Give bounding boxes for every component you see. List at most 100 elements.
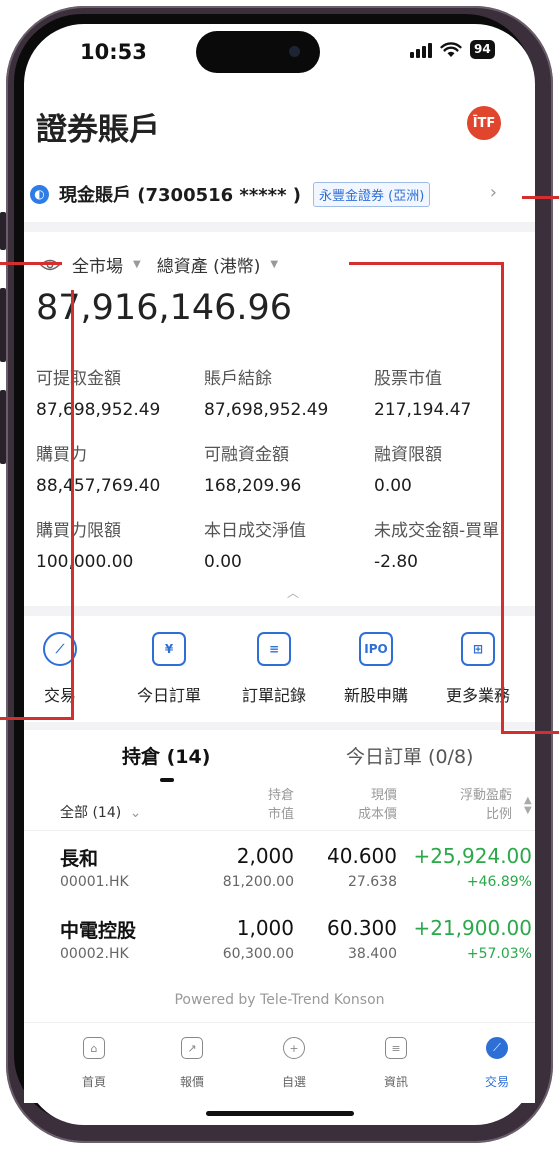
nav-item-news[interactable]: ≡ 資訊 — [366, 1037, 426, 1090]
holding-qty: 2,000 — [236, 844, 294, 868]
metric-buying-power-limit: 購買力限額 100,000.00 — [36, 516, 206, 572]
quick-action-more[interactable]: ⊞ 更多業務 — [430, 632, 526, 706]
column-header-text: 現價 — [370, 788, 397, 803]
metric-value: 0.00 — [204, 552, 242, 572]
collapse-chevron-icon[interactable]: ︿ — [287, 584, 299, 601]
bottom-nav: ⌂ 首頁 ↗ 報價 + 自選 ≡ 資訊 ⟋ 交易 — [24, 1022, 535, 1103]
metric-label: 可融資金額 — [204, 445, 289, 465]
table-row[interactable]: 中電控股 00002.HK 1,000 60,300.00 60.300 38.… — [24, 904, 535, 974]
chevron-right-icon[interactable]: › — [490, 182, 497, 203]
quick-action-label: 今日訂單 — [136, 686, 201, 705]
metric-value: 87,698,952.49 — [36, 400, 161, 420]
tab-today-orders[interactable]: 今日訂單 (0/8) — [346, 742, 473, 769]
metric-withdrawable: 可提取金額 87,698,952.49 — [36, 364, 206, 420]
action-button — [0, 212, 6, 250]
sort-icon[interactable]: ▲ ▼ — [524, 796, 532, 816]
metric-label: 股票市值 — [374, 369, 442, 389]
market-value: 81,200.00 — [222, 874, 294, 890]
nav-item-home[interactable]: ⌂ 首頁 — [64, 1037, 124, 1090]
status-icons: 94 — [410, 40, 495, 59]
nav-item-watchlist[interactable]: + 自選 — [264, 1037, 324, 1090]
market-value: 60,300.00 — [222, 946, 294, 962]
metric-value: 168,209.96 — [204, 476, 302, 496]
asset-view-filter[interactable]: 總資產 (港幣) — [157, 252, 261, 277]
quick-action-today-orders[interactable]: ¥ 今日訂單 — [121, 632, 217, 706]
quick-action-label: 交易 — [43, 686, 76, 705]
account-name: 現金賬戶 (7300516 ***** ) — [59, 185, 301, 206]
unrealized-pnl: +25,924.00 — [413, 844, 532, 868]
metric-margin-available: 可融資金額 168,209.96 — [204, 440, 374, 496]
broker-logo-icon[interactable]: ĪTF — [467, 106, 501, 140]
annotation-line — [501, 731, 559, 734]
quick-action-trade[interactable]: ⟋ 交易 — [12, 632, 108, 706]
column-header-text: 持倉 — [267, 788, 294, 803]
metric-label: 可提取金額 — [36, 369, 121, 389]
metric-value: 217,194.47 — [374, 400, 472, 420]
annotation-line — [501, 262, 504, 734]
holdings-table-header: 全部 (14) ⌄ 持倉 市值 現價 成本價 浮動盈虧 比例 ▲ ▼ — [24, 786, 535, 831]
metric-label: 融資限額 — [374, 445, 442, 465]
column-header-price: 現價 成本價 — [358, 786, 397, 824]
metric-margin-limit: 融資限額 0.00 — [374, 440, 544, 496]
metric-value: 100,000.00 — [36, 552, 134, 572]
dropdown-triangle-icon: ▼ — [270, 259, 279, 270]
nav-label: 自選 — [281, 1075, 306, 1089]
home-indicator — [206, 1111, 354, 1116]
quick-action-order-history[interactable]: ≡ 訂單記錄 — [226, 632, 322, 706]
page-title: 證券賬戶 — [36, 112, 160, 148]
metric-label: 購買力限額 — [36, 521, 121, 541]
wifi-icon — [440, 41, 462, 57]
holding-qty: 1,000 — [236, 916, 294, 940]
metric-value: 88,457,769.40 — [36, 476, 161, 496]
powered-by-text: Powered by Tele-Trend Konson — [174, 992, 385, 1008]
unrealized-pnl: +21,900.00 — [413, 916, 532, 940]
column-header-text: 比例 — [485, 807, 512, 822]
table-row[interactable]: 長和 00001.HK 2,000 81,200.00 40.600 27.63… — [24, 832, 535, 902]
metric-value: 0.00 — [374, 476, 412, 496]
holdings-filter-label: 全部 (14) — [60, 805, 122, 821]
quick-action-ipo[interactable]: IPO 新股申購 — [328, 632, 424, 706]
cost-price: 27.638 — [348, 874, 397, 890]
metric-label: 購買力 — [36, 445, 87, 465]
nav-item-quotes[interactable]: ↗ 報價 — [162, 1037, 222, 1090]
nav-item-trade[interactable]: ⟋ 交易 — [467, 1037, 527, 1090]
total-asset-value: 87,916,146.96 — [36, 288, 293, 328]
annotation-line — [0, 262, 62, 265]
metric-stock-value: 股票市值 217,194.47 — [374, 364, 544, 420]
current-price: 60.300 — [327, 916, 397, 940]
tab-positions[interactable]: 持倉 (14) — [122, 742, 210, 769]
account-icon: ◐ — [30, 184, 49, 204]
stock-name: 中電控股 — [60, 920, 137, 942]
stock-name: 長和 — [60, 848, 99, 870]
pnl-ratio: +57.03% — [466, 946, 532, 962]
annotation-line — [522, 196, 559, 199]
nav-label: 報價 — [179, 1075, 204, 1089]
news-icon: ≡ — [385, 1037, 407, 1059]
metric-label: 賬戶結餘 — [204, 369, 272, 389]
add-icon: + — [283, 1037, 305, 1059]
dropdown-triangle-icon: ▼ — [133, 259, 141, 270]
stock-code: 00002.HK — [60, 946, 129, 962]
metric-today-net: 本日成交淨值 0.00 — [204, 516, 374, 572]
dynamic-island — [196, 31, 320, 73]
quick-action-label: 新股申購 — [343, 686, 408, 705]
column-header-text: 市值 — [267, 807, 294, 822]
status-time: 10:53 — [80, 40, 147, 64]
order-history-icon: ≡ — [257, 632, 291, 666]
volume-up-button — [0, 288, 6, 362]
stock-code: 00001.HK — [60, 874, 129, 890]
column-header-pnl[interactable]: 浮動盈虧 比例 — [460, 786, 512, 824]
pnl-ratio: +46.89% — [466, 874, 532, 890]
holdings-filter-dropdown[interactable]: 全部 (14) ⌄ — [60, 802, 141, 822]
battery-indicator: 94 — [470, 40, 495, 59]
broker-badge: 永豐金證券 (亞洲) — [313, 181, 431, 207]
chevron-down-icon: ⌄ — [129, 805, 142, 821]
section-divider — [24, 222, 535, 232]
logo-text: ĪTF — [472, 115, 496, 131]
metric-value: 87,698,952.49 — [204, 400, 329, 420]
market-filter[interactable]: 全市場 — [72, 252, 123, 277]
column-header-qty: 持倉 市值 — [268, 786, 294, 824]
trade-icon: ⟋ — [486, 1037, 508, 1059]
metric-balance: 賬戶結餘 87,698,952.49 — [204, 364, 374, 420]
account-selector[interactable]: ◐ 現金賬戶 (7300516 ***** ) 永豐金證券 (亞洲) › — [30, 176, 511, 212]
